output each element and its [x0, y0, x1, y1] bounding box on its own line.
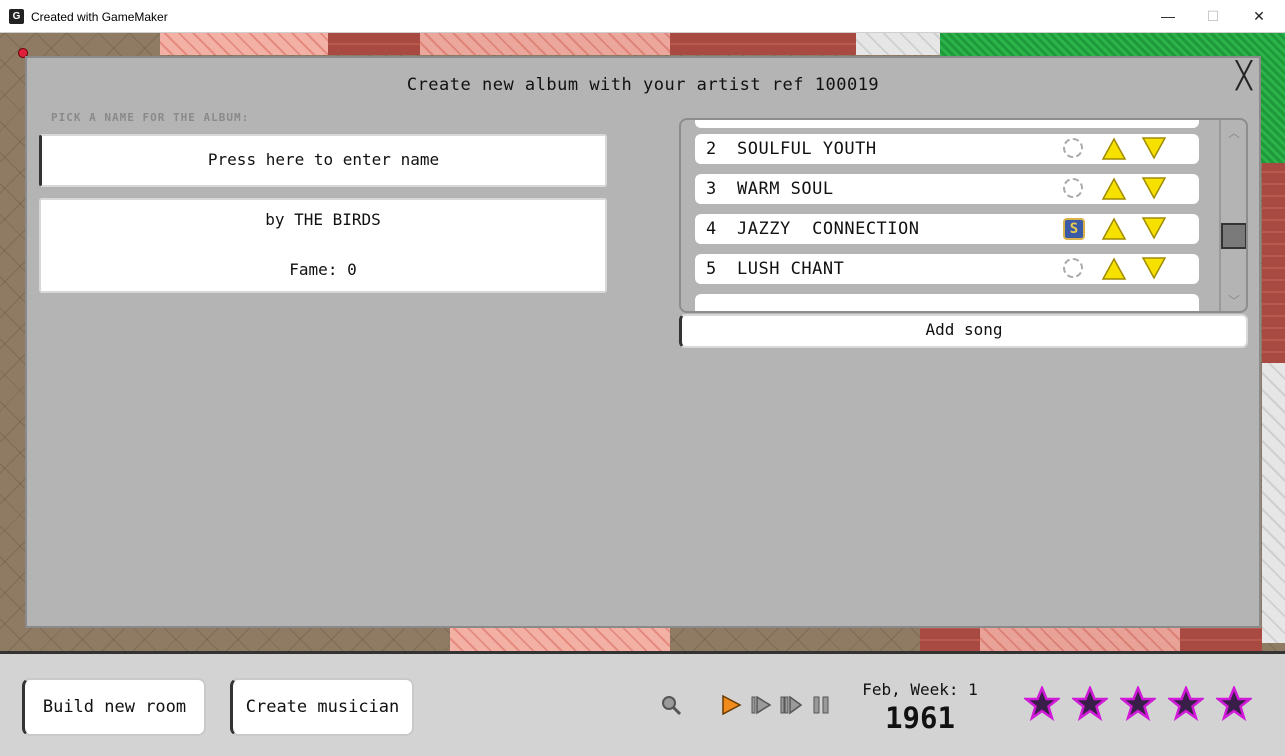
song-number: 2 [706, 139, 717, 159]
artist-name: by THE BIRDS [265, 210, 381, 229]
song-row[interactable]: 2 SOULFUL YOUTH [695, 134, 1199, 164]
brick-floor [1262, 163, 1285, 363]
song-name: JAZZY CONNECTION [737, 219, 920, 239]
create-musician-button[interactable]: Create musician [230, 678, 414, 736]
star-icon [1072, 686, 1108, 722]
pause-icon[interactable] [810, 694, 832, 716]
build-new-room-button[interactable]: Build new room [22, 678, 206, 736]
fast-forward-icon[interactable] [750, 694, 772, 716]
song-row[interactable]: 4 JAZZY CONNECTION S [695, 214, 1199, 244]
move-up-arrow-icon[interactable] [1101, 137, 1127, 161]
gamemaker-app-icon: G [9, 9, 24, 24]
move-down-arrow-icon[interactable] [1141, 176, 1167, 200]
star-icon [1168, 686, 1204, 722]
song-row[interactable]: 3 WARM SOUL [695, 174, 1199, 204]
star-icon [1216, 686, 1252, 722]
move-down-arrow-icon[interactable] [1141, 136, 1167, 160]
star-icon [1024, 686, 1060, 722]
song-number: 4 [706, 219, 717, 239]
maximize-button[interactable]: ☐ [1193, 5, 1233, 27]
game-date: Feb, Week: 1 [862, 680, 978, 699]
move-up-arrow-icon[interactable] [1101, 177, 1127, 201]
scroll-up-chevron-icon[interactable]: ︿ [1225, 124, 1243, 140]
zoom-magnifier-icon[interactable] [660, 694, 682, 716]
move-up-arrow-icon[interactable] [1101, 257, 1127, 281]
game-year: 1961 [885, 701, 955, 735]
window-titlebar: G Created with GameMaker — ☐ ✕ [0, 0, 1285, 33]
fastest-forward-icon[interactable] [780, 694, 802, 716]
floor-tile [420, 33, 670, 55]
move-up-arrow-icon[interactable] [1101, 217, 1127, 241]
song-name: LUSH CHANT [737, 259, 845, 279]
window-title: Created with GameMaker [31, 10, 168, 24]
song-name: SOULFUL YOUTH [737, 139, 877, 159]
scroll-down-chevron-icon[interactable]: ﹀ [1225, 292, 1243, 308]
single-toggle-empty-icon[interactable] [1063, 178, 1083, 198]
artist-fame: Fame: 0 [289, 260, 357, 279]
song-number: 5 [706, 259, 717, 279]
add-song-button[interactable]: Add song [679, 314, 1248, 348]
minimize-button[interactable]: — [1148, 5, 1188, 27]
star-icon [1120, 686, 1156, 722]
floor-tile [160, 33, 335, 55]
dialog-title: Create new album with your artist ref 10… [406, 75, 880, 95]
close-dialog-icon[interactable]: ╳ [1232, 63, 1256, 89]
single-toggle-empty-icon[interactable] [1063, 258, 1083, 278]
single-toggle-empty-icon[interactable] [1063, 138, 1083, 158]
floor-tile [980, 628, 1180, 651]
move-down-arrow-icon[interactable] [1141, 256, 1167, 280]
album-name-label: PICK A NAME FOR THE ALBUM: [51, 111, 250, 124]
song-name: WARM SOUL [737, 179, 834, 199]
song-number: 3 [706, 179, 717, 199]
floor-tile-light [856, 33, 946, 55]
create-album-dialog: Create new album with your artist ref 10… [25, 56, 1261, 628]
single-badge-icon[interactable]: S [1063, 218, 1085, 240]
move-down-arrow-icon[interactable] [1141, 216, 1167, 240]
song-list[interactable]: 2 SOULFUL YOUTH 3 WARM SOUL 4 JAZZY CONN… [679, 118, 1248, 313]
album-name-input[interactable]: Press here to enter name [39, 134, 607, 187]
bottom-toolbar: Build new room Create musician Feb, Week… [0, 651, 1285, 756]
play-icon[interactable] [720, 694, 742, 716]
song-row[interactable]: 5 LUSH CHANT [695, 254, 1199, 284]
scrollbar-thumb[interactable] [1221, 223, 1246, 249]
floor-tile [450, 628, 670, 651]
close-window-button[interactable]: ✕ [1239, 5, 1279, 27]
song-list-scrollbar[interactable]: ︿ ﹀ [1219, 120, 1246, 311]
list-item [695, 294, 1199, 311]
artist-info-panel: by THE BIRDS Fame: 0 [39, 198, 607, 293]
list-item [695, 120, 1199, 128]
floor-tile-light [1262, 363, 1285, 643]
